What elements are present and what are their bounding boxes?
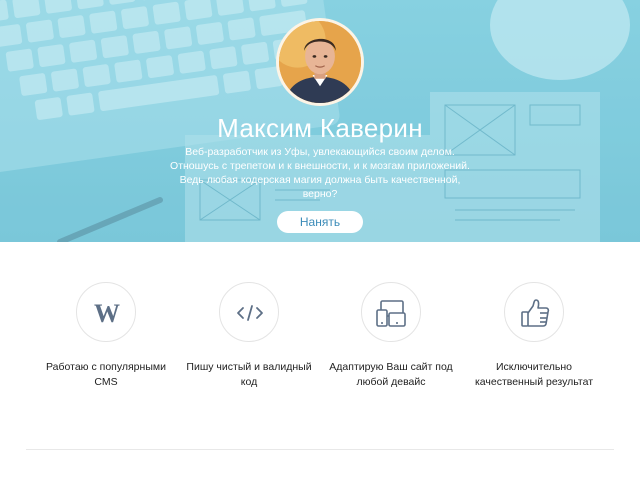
thumbs-up-icon: [504, 282, 564, 342]
feature-code: Пишу чистый и валидный код: [174, 282, 324, 390]
devices-icon: [361, 282, 421, 342]
feature-text: Адаптирую Ваш сайт под любой девайс: [316, 360, 466, 390]
bio-line: верно?: [302, 188, 338, 200]
feature-line: Пишу чистый и валидный: [186, 361, 312, 373]
feature-line: CMS: [94, 376, 118, 388]
code-icon: [219, 282, 279, 342]
section-divider: [26, 449, 614, 450]
person-name: Максим Каверин: [217, 113, 423, 143]
feature-text: Работаю с популярными CMS: [31, 360, 181, 390]
feature-line: Исключительно: [495, 361, 573, 373]
feature-text: Исключительно качественный результат: [459, 360, 609, 390]
feature-cms: W Работаю с популярными CMS: [31, 282, 181, 390]
feature-line: Адаптирую Ваш сайт под: [329, 361, 453, 373]
bio-text: Веб-разработчик из Уфы, увлекающийся сво…: [160, 145, 480, 201]
feature-line: код: [240, 376, 258, 388]
bio-line: Ведь любая кодерская магия должна быть к…: [179, 174, 461, 186]
hire-button[interactable]: Нанять: [277, 211, 363, 233]
hero-section: Максим Каверин Веб-разработчик из Уфы, у…: [0, 0, 640, 242]
feature-line: качественный результат: [474, 376, 594, 388]
bio-line: Отношусь с трепетом и к внешности, и к м…: [170, 160, 470, 172]
avatar: [276, 18, 364, 106]
features-section: W Работаю с популярными CMS Пишу чистый …: [0, 242, 640, 480]
feature-line: любой девайс: [356, 376, 426, 388]
feature-responsive: Адаптирую Ваш сайт под любой девайс: [316, 282, 466, 390]
wordpress-icon: W: [76, 282, 136, 342]
avatar-photo: [279, 21, 361, 103]
feature-quality: Исключительно качественный результат: [459, 282, 609, 390]
feature-text: Пишу чистый и валидный код: [174, 360, 324, 390]
feature-line: Работаю с популярными: [46, 361, 166, 373]
svg-text:W: W: [94, 299, 120, 328]
bio-line: Веб-разработчик из Уфы, увлекающийся сво…: [185, 146, 455, 158]
